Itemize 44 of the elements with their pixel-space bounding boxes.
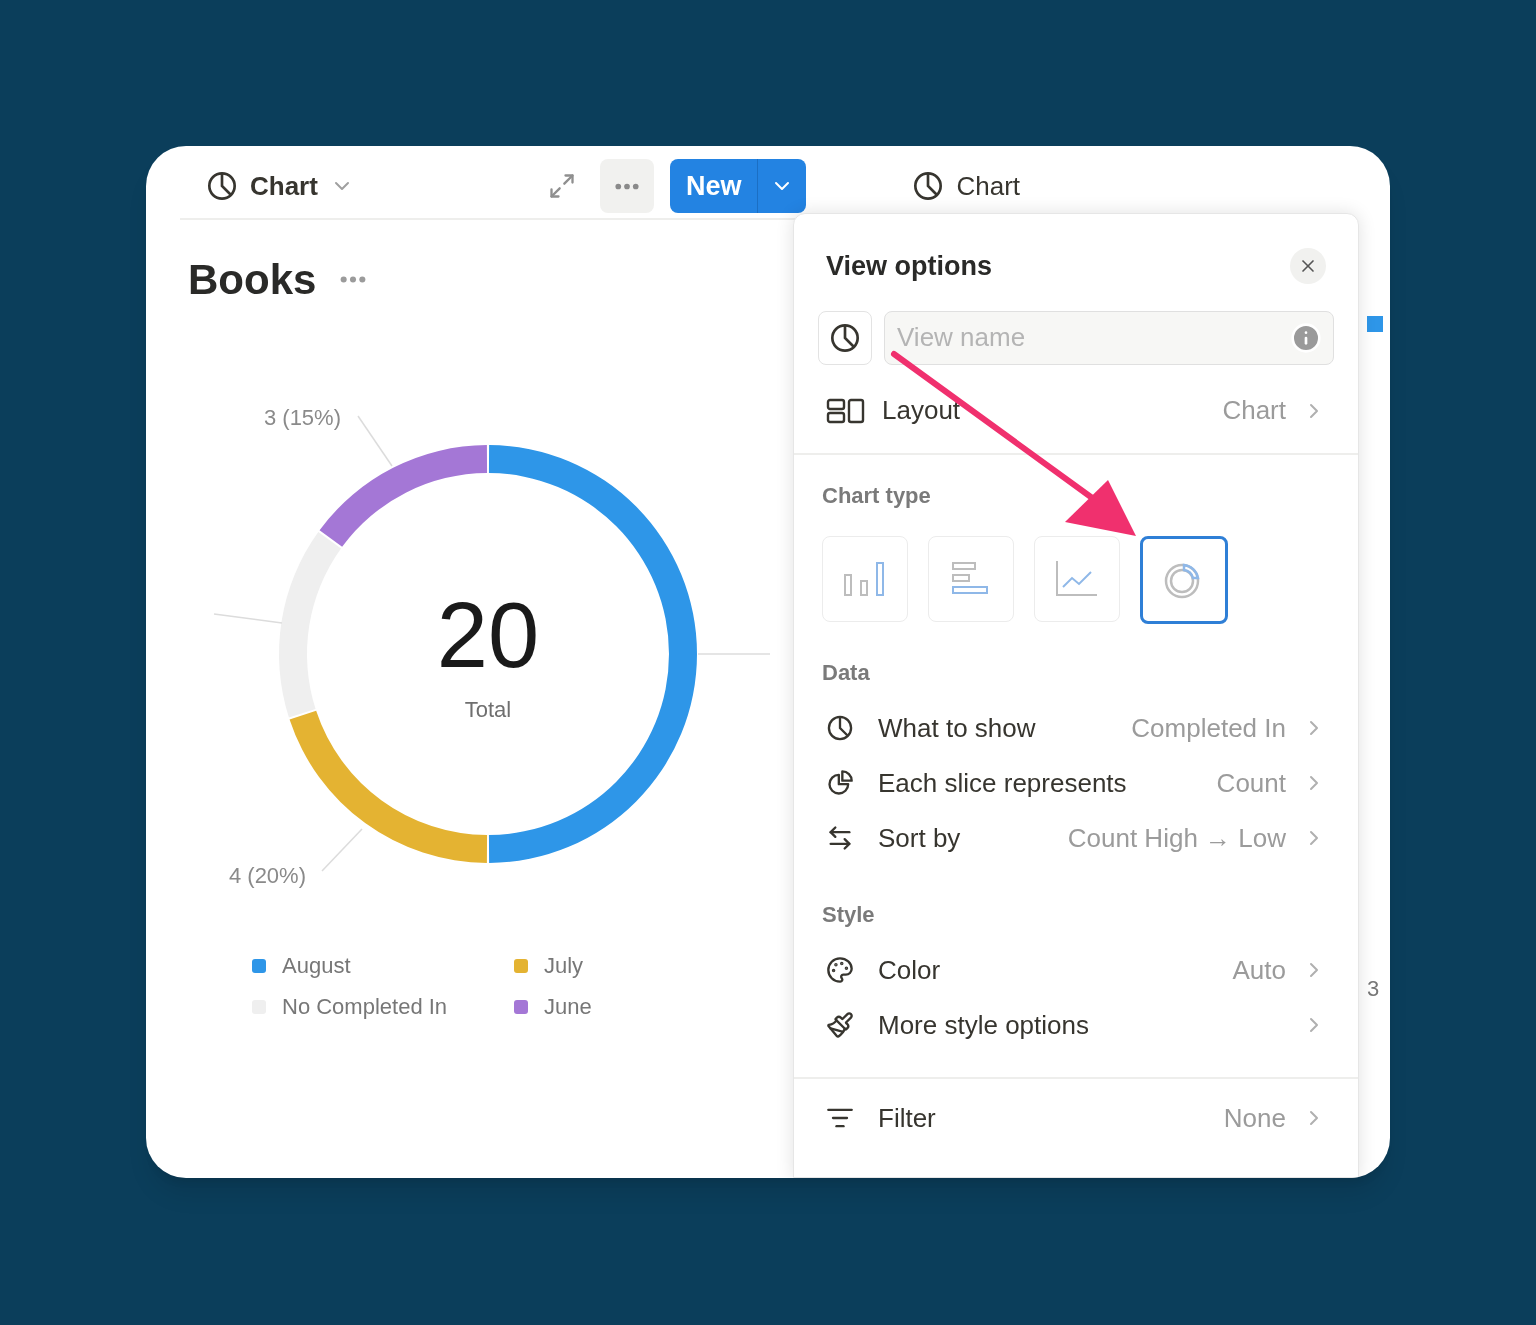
option-row[interactable]: Each slice represents Count xyxy=(794,755,1358,811)
legend-swatch xyxy=(1367,316,1383,332)
axis-label: 3 xyxy=(1367,975,1381,1003)
more-icon xyxy=(340,276,367,283)
chart-type-button[interactable] xyxy=(1140,535,1228,624)
layout-row[interactable]: Layout Chart xyxy=(794,372,1358,449)
more-icon xyxy=(614,182,639,190)
layout-icon xyxy=(826,396,866,425)
legend-label: No Completed In xyxy=(282,993,448,1021)
option-row[interactable]: What to show Completed In xyxy=(794,700,1358,756)
total-label: Total xyxy=(464,696,512,724)
pie-slice-icon xyxy=(826,769,854,797)
panel-title: View options xyxy=(826,250,993,283)
total-value: 20 xyxy=(436,589,540,681)
section-heading: Data xyxy=(821,658,871,687)
pie-chart-icon xyxy=(912,170,945,202)
pie-chart-icon xyxy=(829,321,861,354)
close-button[interactable] xyxy=(1290,248,1326,285)
view-tab[interactable]: Chart xyxy=(206,166,354,206)
leader-line xyxy=(213,613,283,624)
legend-label: June xyxy=(544,993,592,1021)
option-row[interactable]: Filter None xyxy=(794,1090,1358,1146)
paintbrush-icon xyxy=(826,1011,854,1039)
view-tab[interactable]: Chart xyxy=(912,166,1020,206)
option-row[interactable]: More style options xyxy=(794,997,1358,1053)
section-heading: Chart type xyxy=(821,481,932,510)
page-title: Books xyxy=(188,255,317,305)
legend-label: August xyxy=(282,952,351,980)
view-icon-button[interactable] xyxy=(818,310,872,365)
slice-value-label: 3 (15%) xyxy=(263,405,341,430)
more-button[interactable] xyxy=(599,159,654,213)
pie-chart-icon xyxy=(826,714,854,742)
leader-line xyxy=(321,828,363,872)
option-row[interactable]: Color Auto xyxy=(794,942,1358,998)
slice-value-label: 4 (20%) xyxy=(228,863,306,888)
palette-icon xyxy=(826,956,854,984)
section-heading: Style xyxy=(821,900,876,929)
pie-chart-icon xyxy=(206,170,238,202)
view-name-field[interactable]: View name xyxy=(884,310,1334,365)
leader-line xyxy=(357,415,393,467)
info-icon[interactable] xyxy=(1290,321,1322,354)
legend-label: July xyxy=(544,952,584,980)
expand-icon[interactable] xyxy=(547,172,576,200)
option-row[interactable]: Sort by Count High → Low xyxy=(794,810,1358,866)
